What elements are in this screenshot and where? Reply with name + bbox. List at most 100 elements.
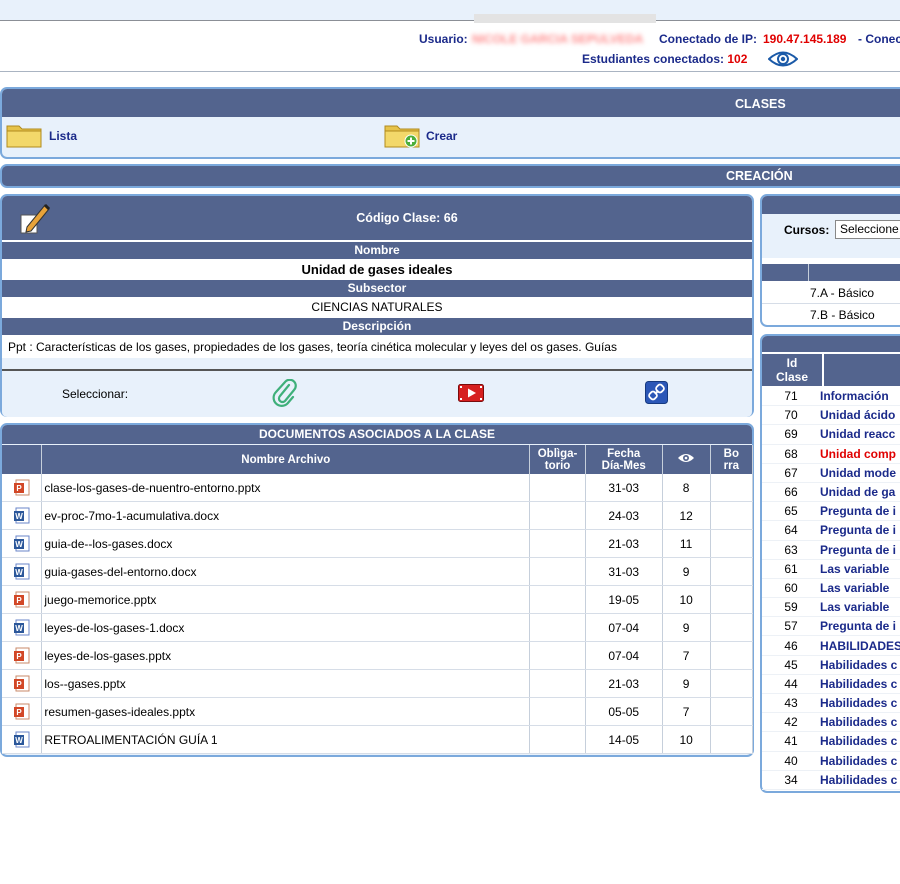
class-title[interactable]: Las variable	[819, 578, 900, 599]
class-title[interactable]: Información	[819, 387, 900, 407]
file-name[interactable]: ev-proc-7mo-1-acumulativa.docx	[41, 501, 531, 530]
document-row[interactable]: Pjuego-memorice.pptx 19-05 10	[2, 585, 754, 614]
video-icon[interactable]	[458, 384, 484, 405]
class-list-row[interactable]: 61 Las variable	[762, 559, 900, 579]
svg-text:W: W	[15, 540, 23, 549]
class-title[interactable]: Pregunta de i	[819, 616, 900, 637]
class-list-row[interactable]: 43 Habilidades c	[762, 693, 900, 714]
class-list-row[interactable]: 46 HABILIDADES	[762, 635, 900, 656]
document-row[interactable]: W RETROALIMENTACIÓN GUÍA 1 14-05 10	[2, 725, 754, 754]
class-title[interactable]: Unidad comp	[819, 444, 900, 464]
file-name[interactable]: juego-memorice.pptx	[41, 585, 531, 614]
col-nombre: Nombre Archivo	[41, 445, 531, 474]
cursos-select[interactable]: Seleccione	[835, 220, 900, 239]
class-list-row[interactable]: 68 Unidad comp	[762, 444, 900, 464]
class-title[interactable]: Pregunta de i	[819, 501, 900, 522]
document-row[interactable]: Wev-proc-7mo-1-acumulativa.docx 24-03 12	[2, 501, 754, 530]
document-row[interactable]: Pleyes-de-los-gases.pptx 07-04 7	[2, 641, 754, 670]
class-id: 41	[762, 731, 820, 752]
lista-folder-icon[interactable]	[6, 122, 42, 151]
class-list-row[interactable]: 57 Pregunta de i	[762, 616, 900, 637]
class-id: 63	[762, 540, 820, 560]
document-row[interactable]: Pclase-los-gases-de-nuentro-entorno.pptx…	[2, 474, 754, 502]
class-title[interactable]: Habilidades c	[819, 693, 900, 714]
document-row[interactable]: Plos--gases.pptx 21-03 9	[2, 669, 754, 698]
file-views: 7	[662, 641, 711, 670]
document-row[interactable]: Wguia-de--los-gases.docx 21-03 11	[2, 529, 754, 558]
document-row[interactable]: Wleyes-de-los-gases-1.docx 07-04 9	[2, 613, 754, 642]
class-id: 42	[762, 712, 820, 733]
class-list-row[interactable]: 42 Habilidades c	[762, 712, 900, 733]
students-value: 102	[727, 52, 748, 66]
file-name[interactable]: guia-gases-del-entorno.docx	[41, 557, 531, 586]
file-name[interactable]: los--gases.pptx	[41, 669, 531, 698]
file-name[interactable]: RETROALIMENTACIÓN GUÍA 1	[41, 725, 531, 754]
class-title[interactable]: HABILIDADES	[819, 635, 900, 656]
class-list-row[interactable]: 40 Habilidades c	[762, 751, 900, 771]
docx-file-icon[interactable]: W	[2, 529, 43, 558]
class-title[interactable]: Habilidades c	[819, 731, 900, 752]
class-title[interactable]: Las variable	[819, 559, 900, 579]
docx-file-icon[interactable]: W	[2, 613, 43, 642]
class-title[interactable]: Unidad ácido	[819, 405, 900, 426]
obligatorio-cell	[529, 585, 586, 614]
pptx-file-icon[interactable]: P	[2, 697, 43, 726]
crear-link[interactable]: Crear	[426, 129, 457, 143]
class-list-row[interactable]: 41 Habilidades c	[762, 731, 900, 752]
file-name[interactable]: clase-los-gases-de-nuentro-entorno.pptx	[41, 474, 531, 502]
file-name[interactable]: guia-de--los-gases.docx	[41, 529, 531, 558]
class-list-row[interactable]: 65 Pregunta de i	[762, 501, 900, 522]
class-list-row[interactable]: 70 Unidad ácido	[762, 405, 900, 426]
class-title[interactable]: Habilidades c	[819, 655, 900, 675]
class-title[interactable]: Habilidades c	[819, 770, 900, 790]
curso-row-1[interactable]: 7.B - Básico	[762, 304, 900, 325]
pptx-file-icon[interactable]: P	[2, 641, 43, 670]
class-list-row[interactable]: 63 Pregunta de i	[762, 540, 900, 560]
class-title[interactable]: Habilidades c	[819, 712, 900, 733]
document-row[interactable]: Presumen-gases-ideales.pptx 05-05 7	[2, 697, 754, 726]
class-title[interactable]: Unidad mode	[819, 463, 900, 483]
col-fecha: Fecha Día-Mes	[585, 445, 663, 474]
class-list-row[interactable]: 60 Las variable	[762, 578, 900, 599]
borrar-cell	[710, 585, 754, 614]
class-list-row[interactable]: 67 Unidad mode	[762, 463, 900, 483]
obligatorio-cell	[529, 725, 586, 754]
class-id: 70	[762, 405, 820, 426]
class-list-row[interactable]: 71 Información	[762, 387, 900, 407]
obligatorio-cell	[529, 529, 586, 558]
class-title[interactable]: Las variable	[819, 597, 900, 618]
file-name[interactable]: leyes-de-los-gases.pptx	[41, 641, 531, 670]
pptx-file-icon[interactable]: P	[2, 474, 43, 502]
class-title[interactable]: Pregunta de i	[819, 520, 900, 541]
class-title[interactable]: Unidad reacc	[819, 424, 900, 445]
docx-file-icon[interactable]: W	[2, 501, 43, 530]
file-name[interactable]: leyes-de-los-gases-1.docx	[41, 613, 531, 642]
class-title[interactable]: Habilidades c	[819, 674, 900, 695]
docx-file-icon[interactable]: W	[2, 725, 43, 754]
curso-row-0[interactable]: 7.A - Básico	[762, 282, 900, 304]
document-row[interactable]: Wguia-gases-del-entorno.docx 31-03 9	[2, 557, 754, 586]
eye-icon[interactable]	[767, 49, 799, 72]
pptx-file-icon[interactable]: P	[2, 585, 43, 614]
paperclip-icon[interactable]	[272, 378, 298, 410]
class-id: 43	[762, 693, 820, 714]
pptx-file-icon[interactable]: P	[2, 669, 43, 698]
file-name[interactable]: resumen-gases-ideales.pptx	[41, 697, 531, 726]
lista-link[interactable]: Lista	[49, 129, 77, 143]
class-list-row[interactable]: 69 Unidad reacc	[762, 424, 900, 445]
class-title[interactable]: Unidad de ga	[819, 482, 900, 503]
class-title[interactable]: Pregunta de i	[819, 540, 900, 560]
class-title[interactable]: Habilidades c	[819, 751, 900, 771]
obligatorio-cell	[529, 474, 586, 502]
class-list-row[interactable]: 59 Las variable	[762, 597, 900, 618]
class-list-row[interactable]: 64 Pregunta de i	[762, 520, 900, 541]
class-list-row[interactable]: 34 Habilidades c	[762, 770, 900, 790]
class-list-row[interactable]: 66 Unidad de ga	[762, 482, 900, 503]
class-list-row[interactable]: 45 Habilidades c	[762, 655, 900, 675]
class-list-row[interactable]: 44 Habilidades c	[762, 674, 900, 695]
link-icon[interactable]	[645, 381, 668, 407]
crear-folder-icon[interactable]	[384, 122, 420, 151]
file-date: 07-04	[585, 641, 663, 670]
docx-file-icon[interactable]: W	[2, 557, 43, 586]
class-id: 59	[762, 597, 820, 618]
